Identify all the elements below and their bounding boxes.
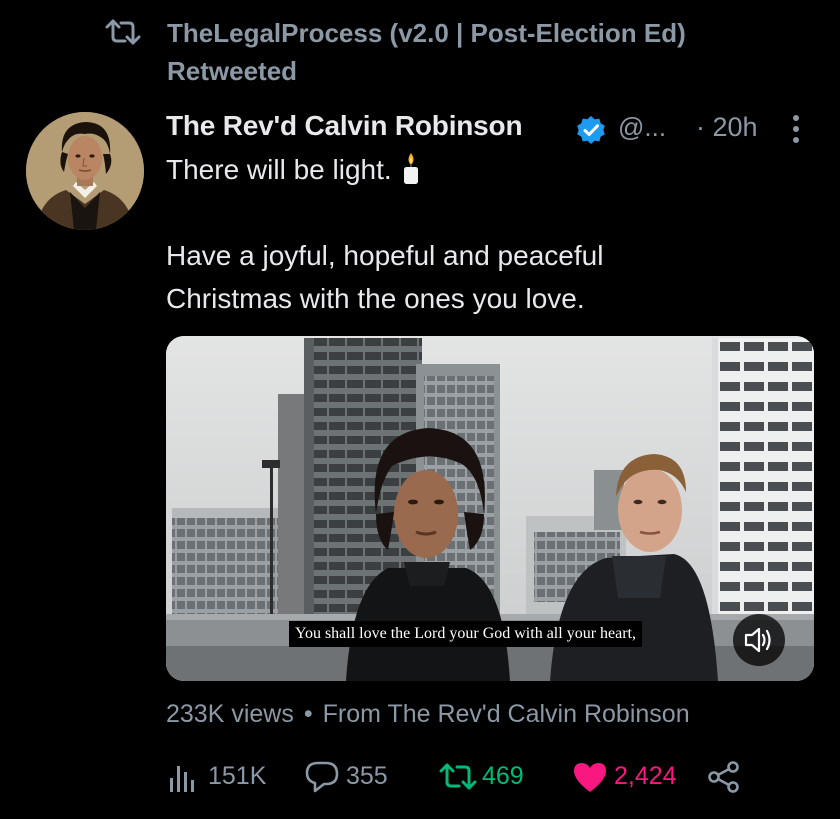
like-count: 2,424 [614, 762, 677, 790]
avatar-portrait-image [26, 112, 144, 230]
reply-button[interactable]: 355 [304, 758, 404, 798]
tweet-text: There will be light. Have a joyful, hope… [166, 148, 816, 320]
retweeted-label: Retweeted [167, 56, 298, 86]
tweet-text-third-line: Christmas with the ones you love. [166, 283, 585, 314]
share-icon [708, 761, 739, 793]
retweeter-name[interactable]: TheLegalProcess (v2.0 | Post-Election Ed… [167, 14, 686, 52]
tweet-video[interactable]: You shall love the Lord your God with al… [166, 336, 814, 681]
avatar[interactable] [26, 112, 144, 230]
view-count: 233K views [166, 700, 294, 728]
reply-bubble-icon [305, 761, 339, 793]
tweet-timestamp[interactable]: · 20h [696, 112, 758, 143]
more-options-icon[interactable] [788, 112, 804, 146]
views-and-source: 233K views • From The Rev'd Calvin Robinso… [166, 700, 690, 729]
separator-dot: • [303, 700, 313, 728]
retweet-context-text: TheLegalProcess (v2.0 | Post-Election Ed… [167, 14, 686, 90]
retweet-count: 469 [482, 762, 524, 790]
tweet-header: The Rev'd Calvin Robinson @... · 20h [166, 108, 816, 148]
analytics-bars-icon [170, 766, 194, 792]
candle-icon [403, 153, 418, 184]
speaker-icon [744, 627, 771, 653]
volume-toggle-button[interactable] [733, 614, 785, 666]
tweet-page: TheLegalProcess (v2.0 | Post-Election Ed… [0, 0, 840, 819]
tweet-text-first-line: There will be light. [166, 154, 392, 185]
author-handle[interactable]: @... [618, 112, 666, 143]
tweet-text-line: There will be light. [166, 148, 816, 191]
tweet-action-bar: 151K 355 469 2,424 [166, 758, 826, 798]
heart-filled-icon [574, 763, 606, 792]
reply-count: 355 [346, 762, 388, 790]
verified-badge-icon [577, 116, 605, 144]
analytics-button[interactable]: 151K [168, 758, 278, 798]
like-button[interactable]: 2,424 [572, 758, 702, 798]
retweet-icon [439, 763, 477, 790]
video-subtitle: You shall love the Lord your God with al… [289, 621, 642, 647]
video-source-link[interactable]: From The Rev'd Calvin Robinson [323, 700, 690, 728]
analytics-count: 151K [208, 762, 267, 790]
tweet-text-second-line: Have a joyful, hopeful and peaceful [166, 240, 604, 271]
retweet-icon [105, 19, 141, 45]
retweet-button[interactable]: 469 [438, 758, 548, 798]
author-name[interactable]: The Rev'd Calvin Robinson [166, 110, 523, 142]
share-button[interactable] [706, 758, 746, 798]
